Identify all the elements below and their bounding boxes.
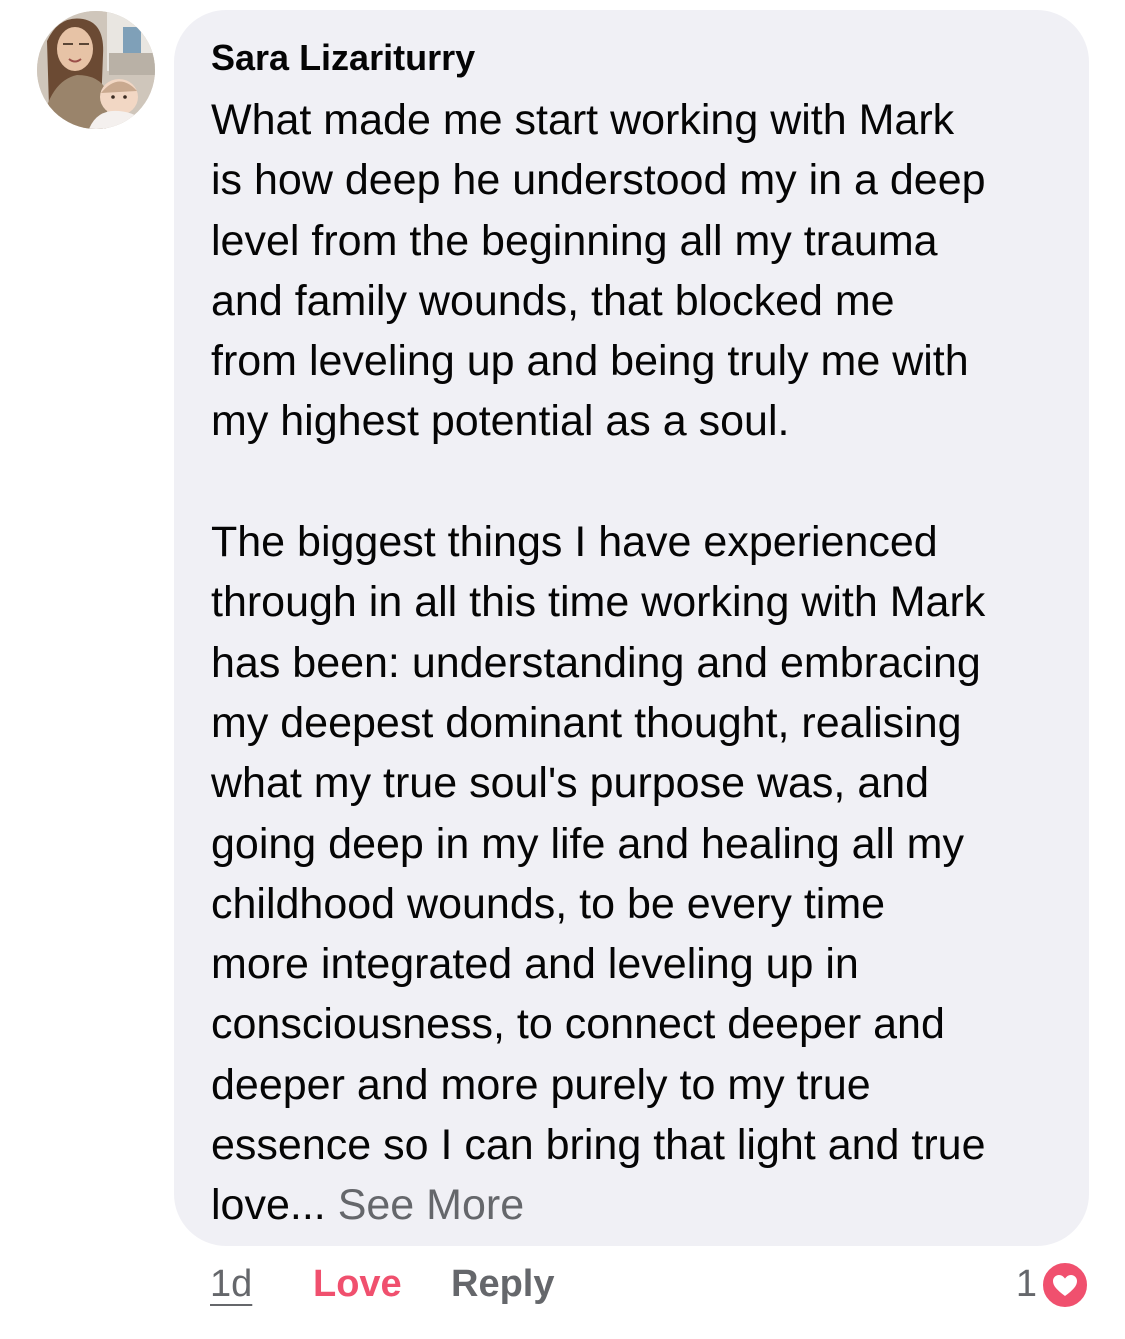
comment-actions: 1d Love Reply 1 — [0, 1257, 1125, 1311]
comment-line: is how deep he understood my in a deep — [211, 156, 986, 205]
comment-last-line: love... See More — [211, 1175, 1059, 1235]
timestamp-link[interactable]: 1d — [210, 1257, 252, 1311]
comment-text: What made me start working with Mark is … — [211, 90, 1059, 1236]
comment-line: level from the beginning all my trauma — [211, 216, 938, 265]
comment-line: has been: understanding and embracing — [211, 638, 981, 687]
reaction-count[interactable]: 1 — [1016, 1257, 1037, 1311]
comment-line: and family wounds, that blocked me — [211, 276, 895, 325]
comment-line: more integrated and leveling up in — [211, 940, 859, 989]
comment-line: The biggest things I have experienced — [211, 518, 938, 567]
comment-line: my deepest dominant thought, realising — [211, 698, 962, 747]
comment-line: childhood wounds, to be every time — [211, 879, 886, 928]
profile-photo — [37, 11, 155, 129]
comment-line: deeper and more purely to my true — [211, 1060, 871, 1109]
love-reaction-button[interactable]: Love — [313, 1257, 402, 1311]
comment-truncated-text: love... — [211, 1181, 326, 1230]
comment-bubble: Sara Lizariturry What made me start work… — [174, 10, 1089, 1246]
comment-line: through in all this time working with Ma… — [211, 578, 986, 627]
comment-line: from leveling up and being truly me with — [211, 337, 969, 386]
heart-icon[interactable] — [1040, 1260, 1090, 1310]
avatar[interactable] — [37, 11, 155, 129]
comment-line: essence so I can bring that light and tr… — [211, 1121, 986, 1170]
comment-line: my highest potential as a soul. — [211, 397, 790, 446]
comment-line: consciousness, to connect deeper and — [211, 1000, 945, 1049]
comment-author[interactable]: Sara Lizariturry — [211, 34, 1059, 82]
comment-line: going deep in my life and healing all my — [211, 819, 964, 868]
reply-button[interactable]: Reply — [451, 1257, 554, 1311]
comment-line: What made me start working with Mark — [211, 96, 955, 144]
see-more-link[interactable]: See More — [338, 1181, 524, 1229]
heart-glyph — [1053, 1275, 1077, 1296]
comment-line: what my true soul's purpose was, and — [211, 759, 930, 808]
